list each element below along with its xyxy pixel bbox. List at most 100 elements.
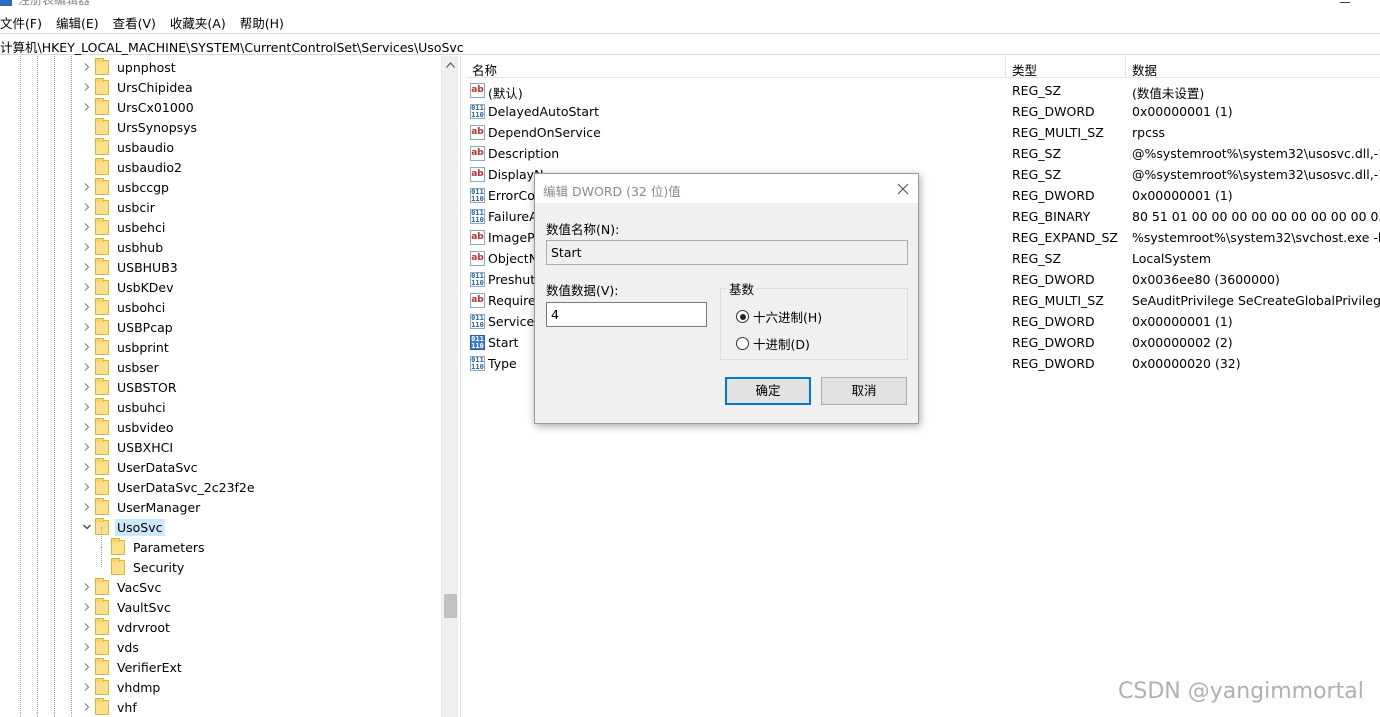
tree-item-vds[interactable]: vds	[84, 637, 141, 657]
column-header-name[interactable]: 名称	[472, 60, 497, 79]
chevron-right-icon[interactable]	[82, 622, 92, 632]
binary-value-icon: 011 110	[470, 209, 485, 224]
radio-unchecked-icon[interactable]	[736, 337, 749, 350]
tree-item-usermanager[interactable]: UserManager	[84, 497, 202, 517]
menu-favorites[interactable]: 收藏夹(A)	[170, 10, 226, 32]
value-name: ObjectN	[488, 251, 539, 266]
value-row[interactable]: ab DependOnService REG_MULTI_SZ rpcss	[466, 122, 1380, 143]
chevron-right-icon[interactable]	[82, 302, 92, 312]
column-divider[interactable]	[1005, 56, 1006, 78]
tree-item-parameters[interactable]: Parameters	[111, 537, 207, 557]
tree-scrollbar-thumb[interactable]	[444, 594, 457, 618]
cancel-button[interactable]: 取消	[821, 377, 907, 405]
tree-item-usosvc[interactable]: UsoSvc	[83, 517, 165, 537]
tree-scrollbar[interactable]	[441, 56, 458, 717]
radio-checked-icon[interactable]	[736, 310, 749, 323]
tree-item-usbprint[interactable]: usbprint	[84, 337, 171, 357]
value-data-field[interactable]: 4	[546, 302, 707, 327]
value-row[interactable]: 011 110 DelayedAutoStart REG_DWORD 0x000000…	[466, 101, 1380, 122]
tree-item-vhf[interactable]: vhf	[84, 697, 139, 717]
tree-item-vdrvroot[interactable]: vdrvroot	[84, 617, 172, 637]
chevron-right-icon[interactable]	[82, 102, 92, 112]
tree-item-vaultsvc[interactable]: VaultSvc	[84, 597, 173, 617]
menu-help[interactable]: 帮助(H)	[240, 10, 284, 32]
tree-item-userdatasvc-2c23f2e[interactable]: UserDataSvc_2c23f2e	[84, 477, 257, 497]
tree-item-usbpcap[interactable]: USBPcap	[84, 317, 175, 337]
tree-item-usbhub3[interactable]: USBHUB3	[84, 257, 180, 277]
value-row[interactable]: ab Description REG_SZ @%systemroot%\system3…	[466, 143, 1380, 164]
chevron-right-icon[interactable]	[82, 282, 92, 292]
column-divider[interactable]	[1125, 56, 1126, 78]
radio-hexadecimal[interactable]: 十六进制(H)	[736, 307, 822, 326]
tree-item-security[interactable]: Security	[111, 557, 186, 577]
tree-item-usbvideo[interactable]: usbvideo	[84, 417, 176, 437]
tree-item-usbohci[interactable]: usbohci	[84, 297, 167, 317]
chevron-right-icon[interactable]	[82, 682, 92, 692]
tree-item-upnphost[interactable]: upnphost	[84, 57, 178, 77]
tree-item-usbstor[interactable]: USBSTOR	[84, 377, 179, 397]
column-header-data[interactable]: 数据	[1132, 60, 1157, 79]
value-name-field[interactable]: Start	[546, 240, 908, 265]
chevron-right-icon[interactable]	[82, 322, 92, 332]
tree-item-usbcir[interactable]: usbcir	[84, 197, 157, 217]
tree-guide-line	[101, 527, 102, 547]
menu-file[interactable]: 文件(F)	[0, 10, 42, 32]
chevron-right-icon[interactable]	[82, 182, 92, 192]
chevron-right-icon[interactable]	[82, 462, 92, 472]
chevron-right-icon[interactable]	[82, 202, 92, 212]
chevron-right-icon[interactable]	[82, 82, 92, 92]
tree-item-usbaudio2[interactable]: usbaudio2	[95, 157, 184, 177]
ok-button[interactable]: 确定	[725, 377, 811, 405]
edit-dword-dialog: 编辑 DWORD (32 位)值 数值名称(N): Start 数值数据(V):…	[534, 173, 919, 424]
minimize-icon[interactable]	[1340, 2, 1350, 3]
chevron-right-icon[interactable]	[82, 422, 92, 432]
tree-item-urschipidea[interactable]: UrsChipidea	[84, 77, 195, 97]
chevron-right-icon[interactable]	[82, 342, 92, 352]
chevron-right-icon[interactable]	[82, 402, 92, 412]
registry-tree[interactable]: upnphost UrsChipidea UrsCx01000 UrsSynopsys…	[0, 56, 458, 717]
pane-splitter[interactable]	[460, 56, 465, 717]
folder-icon	[95, 177, 109, 195]
chevron-right-icon[interactable]	[82, 382, 92, 392]
radio-decimal[interactable]: 十进制(D)	[736, 334, 810, 353]
tree-item-vhdmp[interactable]: vhdmp	[84, 677, 162, 697]
tree-item-usbccgp[interactable]: usbccgp	[84, 177, 171, 197]
chevron-right-icon[interactable]	[82, 362, 92, 372]
tree-item-usbkdev[interactable]: UsbKDev	[84, 277, 176, 297]
tree-item-usbxhci[interactable]: USBXHCI	[84, 437, 175, 457]
tree-item-userdatasvc[interactable]: UserDataSvc	[84, 457, 200, 477]
value-data: LocalSystem	[1132, 251, 1212, 266]
chevron-right-icon[interactable]	[82, 582, 92, 592]
tree-item-usbehci[interactable]: usbehci	[84, 217, 167, 237]
menu-view[interactable]: 查看(V)	[113, 10, 156, 32]
value-row[interactable]: ab (默认) REG_SZ (数值未设置)	[466, 80, 1380, 101]
chevron-right-icon[interactable]	[82, 242, 92, 252]
tree-item-usbser[interactable]: usbser	[84, 357, 161, 377]
address-path[interactable]: 计算机\HKEY_LOCAL_MACHINE\SYSTEM\CurrentCon…	[0, 37, 464, 56]
chevron-right-icon[interactable]	[82, 62, 92, 72]
menu-edit[interactable]: 编辑(E)	[56, 10, 99, 32]
tree-item-usbhub[interactable]: usbhub	[84, 237, 165, 257]
chevron-down-icon[interactable]	[82, 522, 92, 532]
value-data: 0x00000001 (1)	[1132, 314, 1233, 329]
scroll-up-icon[interactable]	[446, 62, 455, 68]
address-bar[interactable]: 计算机\HKEY_LOCAL_MACHINE\SYSTEM\CurrentCon…	[0, 33, 1380, 55]
chevron-right-icon[interactable]	[82, 502, 92, 512]
chevron-right-icon[interactable]	[82, 442, 92, 452]
column-header-type[interactable]: 类型	[1012, 60, 1037, 79]
tree-item-usbuhci[interactable]: usbuhci	[84, 397, 168, 417]
tree-item-vacsvc[interactable]: VacSvc	[84, 577, 163, 597]
chevron-right-icon[interactable]	[82, 602, 92, 612]
tree-item-urssynopsys[interactable]: UrsSynopsys	[95, 117, 199, 137]
chevron-right-icon[interactable]	[82, 662, 92, 672]
chevron-right-icon[interactable]	[82, 702, 92, 712]
close-icon[interactable]	[895, 181, 911, 197]
value-data: rpcss	[1132, 125, 1165, 140]
tree-item-usbaudio[interactable]: usbaudio	[95, 137, 176, 157]
chevron-right-icon[interactable]	[82, 482, 92, 492]
tree-item-urscx01000[interactable]: UrsCx01000	[84, 97, 196, 117]
chevron-right-icon[interactable]	[82, 222, 92, 232]
chevron-right-icon[interactable]	[82, 642, 92, 652]
chevron-right-icon[interactable]	[82, 262, 92, 272]
tree-item-verifierext[interactable]: VerifierExt	[84, 657, 184, 677]
